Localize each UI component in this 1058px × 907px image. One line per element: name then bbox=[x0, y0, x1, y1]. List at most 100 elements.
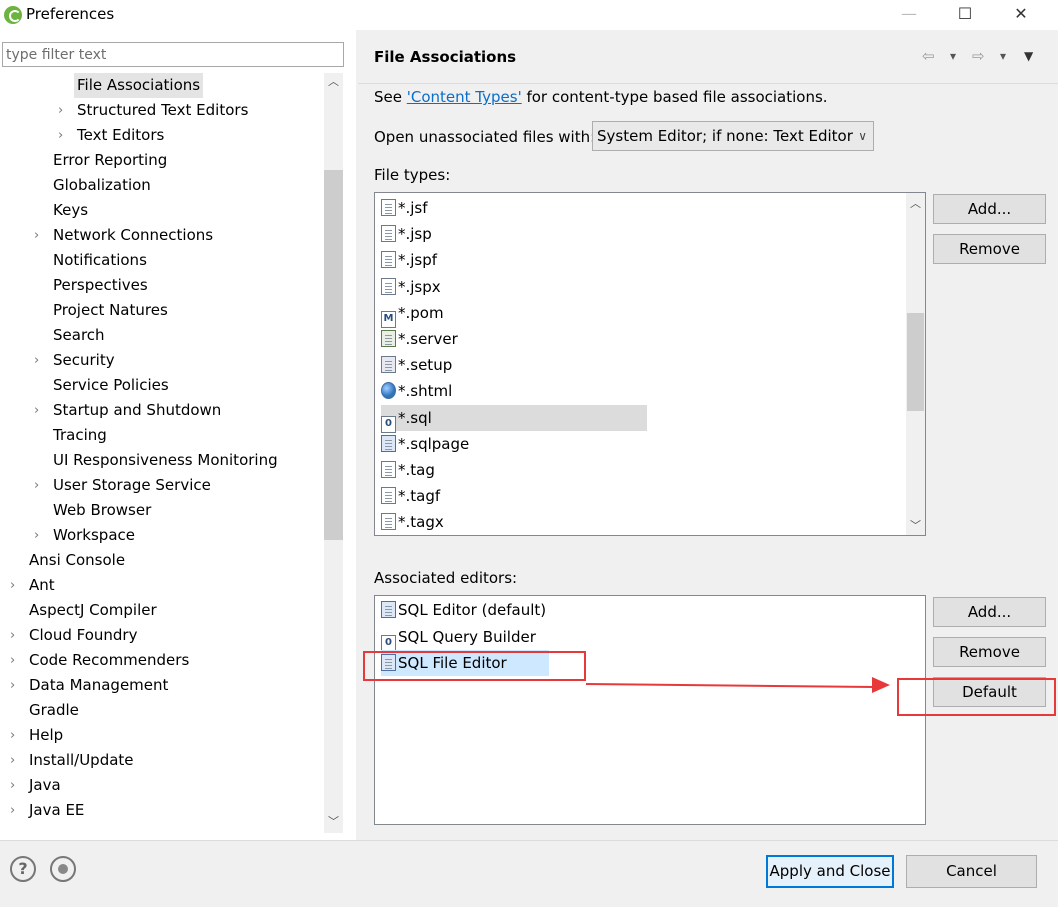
tree-expand-chevron-icon[interactable]: › bbox=[34, 398, 44, 423]
text-file-icon bbox=[381, 513, 396, 530]
record-macro-icon[interactable] bbox=[50, 856, 76, 882]
cancel-button[interactable]: Cancel bbox=[906, 855, 1037, 888]
tree-expand-chevron-icon[interactable]: › bbox=[10, 773, 20, 798]
tree-item[interactable]: › Security bbox=[0, 348, 324, 373]
view-menu-icon[interactable]: ▼ bbox=[1024, 49, 1033, 63]
tree-expand-chevron-icon[interactable]: › bbox=[34, 348, 44, 373]
tree-item[interactable]: › Install/Update bbox=[0, 748, 324, 773]
associated-editor-label: SQL File Editor bbox=[398, 654, 507, 672]
editor-default-button[interactable]: Default bbox=[933, 677, 1046, 707]
tree-item[interactable]: Project Natures bbox=[0, 298, 324, 323]
close-button[interactable]: ✕ bbox=[998, 0, 1044, 30]
file-type-label: *.sqlpage bbox=[398, 435, 470, 453]
sql-page-icon bbox=[381, 601, 396, 618]
tree-item[interactable]: Gradle bbox=[0, 698, 324, 723]
tree-item[interactable]: Error Reporting bbox=[0, 148, 324, 173]
associated-editors-list[interactable]: SQL Editor (default) 0 SQL Query Builder SQ… bbox=[374, 595, 926, 825]
file-type-row[interactable]: *.server bbox=[381, 326, 647, 352]
tree-expand-chevron-icon[interactable]: › bbox=[10, 673, 20, 698]
content-types-hint: See 'Content Types' for content-type bas… bbox=[374, 88, 828, 106]
file-type-row[interactable]: *.shtml bbox=[381, 378, 647, 404]
open-unassociated-combo[interactable]: System Editor; if none: Text Editor ∨ bbox=[592, 121, 874, 151]
scroll-down-arrow-icon[interactable]: ﹀ bbox=[324, 813, 343, 831]
tree-item[interactable]: › Structured Text Editors bbox=[0, 98, 324, 123]
tree-item[interactable]: Web Browser bbox=[0, 498, 324, 523]
file-type-row[interactable]: *.sqlpage bbox=[381, 431, 647, 457]
tree-expand-chevron-icon[interactable]: › bbox=[34, 473, 44, 498]
tree-expand-chevron-icon[interactable]: › bbox=[10, 723, 20, 748]
tree-item[interactable]: Notifications bbox=[0, 248, 324, 273]
tree-item[interactable]: › Code Recommenders bbox=[0, 648, 324, 673]
tree-item[interactable]: Search bbox=[0, 323, 324, 348]
tree-item[interactable]: Perspectives bbox=[0, 273, 324, 298]
file-type-row[interactable]: *.jsf bbox=[381, 195, 647, 221]
file-types-list[interactable]: ︿ ﹀ *.jsf *.jsp *.jspf *.jspx M *.pom *.server… bbox=[374, 192, 926, 536]
editor-remove-button[interactable]: Remove bbox=[933, 637, 1046, 667]
back-menu-icon[interactable]: ▾ bbox=[950, 49, 956, 63]
associated-editor-row[interactable]: SQL File Editor bbox=[381, 650, 549, 676]
tree-item[interactable]: AspectJ Compiler bbox=[0, 598, 324, 623]
associated-editor-row[interactable]: 0 SQL Query Builder bbox=[381, 624, 536, 652]
tree-item[interactable]: › Startup and Shutdown bbox=[0, 398, 324, 423]
tree-item[interactable]: File Associations bbox=[0, 73, 324, 98]
forward-menu-icon[interactable]: ▾ bbox=[1000, 49, 1006, 63]
scroll-down-arrow-icon[interactable]: ﹀ bbox=[906, 517, 925, 535]
tree-item[interactable]: › Cloud Foundry bbox=[0, 623, 324, 648]
file-types-scrollbar[interactable]: ︿ ﹀ bbox=[906, 193, 925, 535]
file-type-row[interactable]: M *.pom bbox=[381, 300, 647, 328]
tree-scrollbar[interactable]: ︿ ﹀ bbox=[324, 73, 343, 833]
tree-item[interactable]: › Ant bbox=[0, 573, 324, 598]
tree-item[interactable]: UI Responsiveness Monitoring bbox=[0, 448, 324, 473]
tree-item[interactable]: Ansi Console bbox=[0, 548, 324, 573]
apply-and-close-button[interactable]: Apply and Close bbox=[766, 855, 894, 888]
tree-item[interactable]: › Workspace bbox=[0, 523, 324, 548]
tree-expand-chevron-icon[interactable]: › bbox=[10, 573, 20, 598]
editor-add-button[interactable]: Add... bbox=[933, 597, 1046, 627]
tree-item[interactable]: Globalization bbox=[0, 173, 324, 198]
tree-expand-chevron-icon[interactable]: › bbox=[10, 623, 20, 648]
tree-expand-chevron-icon bbox=[34, 273, 44, 298]
maximize-button[interactable]: ☐ bbox=[942, 0, 988, 30]
file-type-row[interactable]: *.tagf bbox=[381, 483, 647, 509]
tree-expand-chevron-icon[interactable]: › bbox=[34, 523, 44, 548]
file-type-row[interactable]: *.tag bbox=[381, 457, 647, 483]
tree-item[interactable]: › Help bbox=[0, 723, 324, 748]
tree-expand-chevron-icon[interactable]: › bbox=[34, 223, 44, 248]
tree-item[interactable]: › Text Editors bbox=[0, 123, 324, 148]
file-types-scroll-thumb[interactable] bbox=[907, 313, 924, 411]
scroll-up-arrow-icon[interactable]: ︿ bbox=[324, 73, 343, 91]
tree-expand-chevron-icon[interactable]: › bbox=[58, 98, 68, 123]
tree-scroll-thumb[interactable] bbox=[324, 170, 343, 540]
forward-arrow-icon[interactable]: ⇨ bbox=[972, 47, 985, 65]
filter-input[interactable] bbox=[2, 42, 344, 67]
tree-item[interactable]: Service Policies bbox=[0, 373, 324, 398]
file-type-row[interactable]: *.jspx bbox=[381, 274, 647, 300]
tree-item[interactable]: › Network Connections bbox=[0, 223, 324, 248]
tree-item[interactable]: › User Storage Service bbox=[0, 473, 324, 498]
help-icon[interactable]: ? bbox=[10, 856, 36, 882]
file-type-row[interactable]: 0 *.sql bbox=[381, 405, 647, 433]
file-type-row[interactable]: *.setup bbox=[381, 352, 647, 378]
tree-item[interactable]: › Java EE bbox=[0, 798, 324, 823]
associated-editor-row[interactable]: SQL Editor (default) bbox=[381, 597, 546, 623]
tree-expand-chevron-icon[interactable]: › bbox=[10, 648, 20, 673]
tree-item[interactable]: › Java bbox=[0, 773, 324, 798]
file-type-row[interactable]: *.tagx bbox=[381, 509, 647, 535]
minimize-button[interactable]: — bbox=[886, 0, 932, 30]
setup-file-icon bbox=[381, 356, 396, 373]
tree-expand-chevron-icon[interactable]: › bbox=[10, 748, 20, 773]
file-type-remove-button[interactable]: Remove bbox=[933, 234, 1046, 264]
file-type-row[interactable]: *.jspf bbox=[381, 247, 647, 273]
page-body: See 'Content Types' for content-type bas… bbox=[358, 84, 1058, 840]
tree-expand-chevron-icon[interactable]: › bbox=[58, 123, 68, 148]
scroll-up-arrow-icon[interactable]: ︿ bbox=[906, 195, 925, 213]
back-arrow-icon[interactable]: ⇦ bbox=[922, 47, 935, 65]
file-type-add-button[interactable]: Add... bbox=[933, 194, 1046, 224]
tree-expand-chevron-icon[interactable]: › bbox=[10, 798, 20, 823]
tree-item[interactable]: Tracing bbox=[0, 423, 324, 448]
tree-expand-chevron-icon bbox=[34, 448, 44, 473]
tree-item[interactable]: › Data Management bbox=[0, 673, 324, 698]
file-type-row[interactable]: *.jsp bbox=[381, 221, 647, 247]
content-types-link[interactable]: 'Content Types' bbox=[407, 88, 522, 106]
tree-item[interactable]: Keys bbox=[0, 198, 324, 223]
